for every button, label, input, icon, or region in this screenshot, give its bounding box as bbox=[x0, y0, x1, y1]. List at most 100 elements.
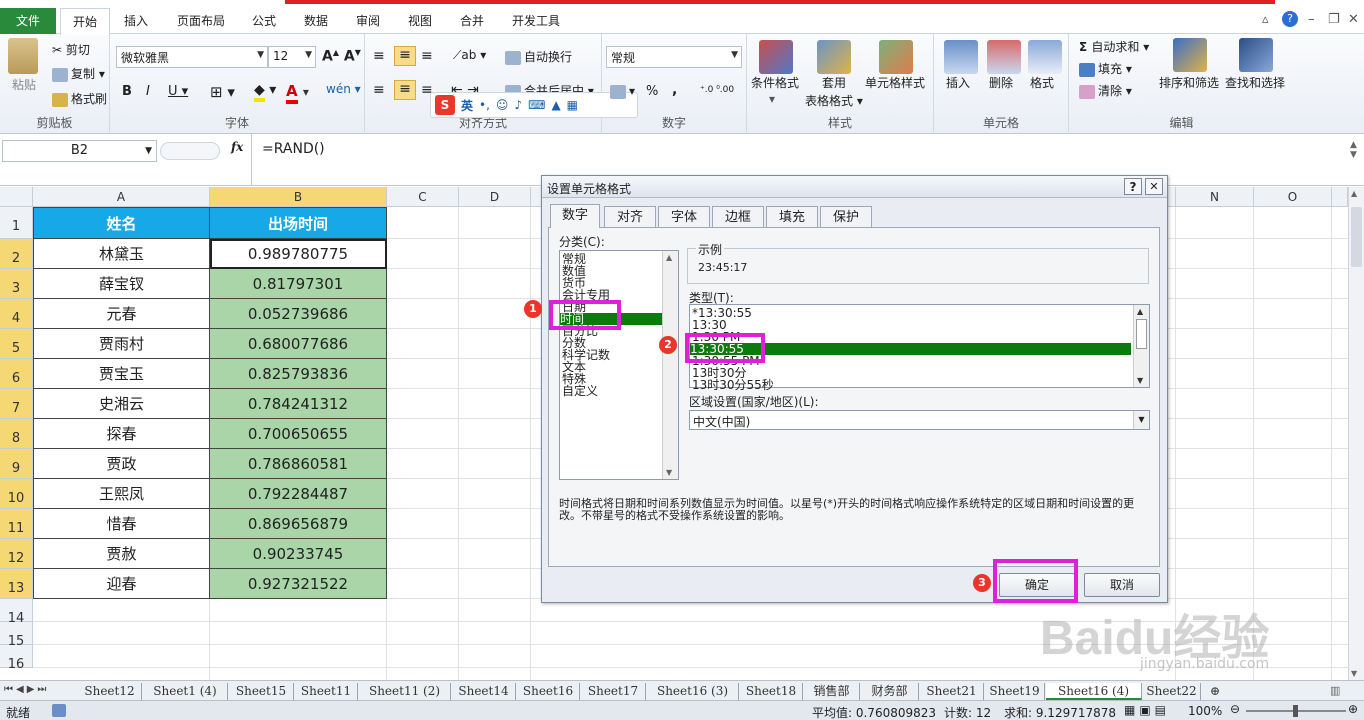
time-cell[interactable]: 0.700650655 bbox=[210, 419, 387, 449]
dialog-help-button[interactable]: ? bbox=[1124, 178, 1142, 195]
type-scroll-thumb[interactable] bbox=[1136, 319, 1147, 349]
comma-button[interactable]: , bbox=[672, 82, 677, 98]
header-cell-name[interactable]: 姓名 bbox=[33, 207, 210, 239]
time-cell[interactable]: 0.869656879 bbox=[210, 509, 387, 539]
insert-function-icon[interactable]: fx bbox=[231, 140, 243, 154]
row-header[interactable]: 2 bbox=[0, 239, 33, 269]
zoom-slider-thumb[interactable] bbox=[1293, 705, 1298, 717]
align-middle-button[interactable]: ≡ bbox=[394, 46, 416, 66]
format-cells-button[interactable]: 格式 bbox=[1030, 74, 1054, 91]
name-cell[interactable]: 贾赦 bbox=[33, 539, 210, 569]
orientation-button[interactable]: ⟋ab ▾ bbox=[453, 48, 486, 63]
sort-filter-icon[interactable] bbox=[1173, 38, 1207, 72]
border-button[interactable]: ⊞ ▾ bbox=[210, 83, 235, 101]
find-select-button[interactable]: 查找和选择 bbox=[1225, 74, 1285, 91]
time-cell[interactable]: 0.052739686 bbox=[210, 299, 387, 329]
minimize-icon[interactable]: – bbox=[1308, 12, 1315, 27]
time-cell[interactable]: 0.927321522 bbox=[210, 569, 387, 599]
row-header[interactable]: 9 bbox=[0, 449, 33, 479]
cut-button[interactable]: ✂ 剪切 bbox=[52, 41, 90, 58]
name-cell[interactable]: 贾雨村 bbox=[33, 329, 210, 359]
fill-color-button[interactable]: ◆ ▾ bbox=[254, 82, 276, 102]
macro-record-icon[interactable] bbox=[52, 704, 66, 717]
align-left-button[interactable]: ≡ bbox=[373, 82, 385, 98]
conditional-format-icon[interactable] bbox=[759, 40, 793, 74]
skin-icon[interactable]: ▲ bbox=[551, 98, 560, 112]
name-cell[interactable]: 薛宝钗 bbox=[33, 269, 210, 299]
font-color-button[interactable]: A ▾ bbox=[286, 82, 309, 104]
tab-merge[interactable]: 合并 bbox=[451, 8, 493, 34]
sheet-tab[interactable]: Sheet17 bbox=[581, 683, 646, 700]
grow-font-button[interactable]: A▲ A▼ bbox=[322, 48, 361, 65]
find-select-icon[interactable] bbox=[1239, 38, 1273, 72]
sheet-tab[interactable]: Sheet16 bbox=[517, 683, 580, 700]
dialog-close-button[interactable]: ✕ bbox=[1145, 178, 1163, 195]
row-header[interactable]: 5 bbox=[0, 329, 33, 359]
sheet-tab[interactable]: Sheet22 bbox=[1143, 683, 1201, 700]
emoji-icon[interactable]: ☺ bbox=[496, 98, 509, 112]
time-cell[interactable]: 0.784241312 bbox=[210, 389, 387, 419]
phonetic-button[interactable]: wén ▾ bbox=[326, 82, 361, 96]
underline-button[interactable]: U ▾ bbox=[168, 84, 188, 99]
collapse-ribbon-icon[interactable]: ▵ bbox=[1262, 12, 1269, 27]
align-top-button[interactable]: ≡ bbox=[373, 48, 385, 64]
table-format-button[interactable]: 表格格式 ▾ bbox=[805, 92, 863, 109]
time-cell[interactable]: 0.792284487 bbox=[210, 479, 387, 509]
row-header[interactable]: 8 bbox=[0, 419, 33, 449]
sheet-tab[interactable]: Sheet19 bbox=[985, 683, 1045, 700]
name-cell[interactable]: 探春 bbox=[33, 419, 210, 449]
time-cell[interactable]: 0.680077686 bbox=[210, 329, 387, 359]
table-format-label-1[interactable]: 套用 bbox=[822, 74, 846, 91]
paste-icon[interactable] bbox=[8, 38, 38, 74]
sheet-tab[interactable]: 财务部 bbox=[861, 683, 919, 700]
name-box[interactable]: B2 ▼ bbox=[2, 140, 157, 162]
cancel-button[interactable]: 取消 bbox=[1084, 573, 1160, 597]
sheet-tab[interactable]: Sheet11 bbox=[295, 683, 358, 700]
name-cell[interactable]: 贾宝玉 bbox=[33, 359, 210, 389]
column-header-o[interactable]: O bbox=[1254, 187, 1332, 207]
category-item[interactable]: 自定义 bbox=[562, 385, 598, 397]
autosum-button[interactable]: Σ 自动求和 ▾ bbox=[1079, 38, 1149, 55]
type-scrollbar[interactable]: ▲ ▼ bbox=[1133, 305, 1149, 387]
row-header[interactable]: 12 bbox=[0, 539, 33, 569]
tab-review[interactable]: 审阅 bbox=[347, 8, 389, 34]
sort-filter-button[interactable]: 排序和筛选 bbox=[1159, 74, 1219, 91]
active-cell[interactable]: 0.989780775 bbox=[210, 239, 387, 269]
dialog-tab-fill[interactable]: 填充 bbox=[766, 206, 818, 228]
tab-home[interactable]: 开始 bbox=[60, 8, 110, 35]
row-header[interactable]: 11 bbox=[0, 509, 33, 539]
sheet-tab-active[interactable]: Sheet16 (4) bbox=[1046, 683, 1142, 700]
row-header[interactable]: 4 bbox=[0, 299, 33, 329]
format-cells-icon[interactable] bbox=[1028, 40, 1062, 74]
dialog-titlebar[interactable]: 设置单元格格式 ? ✕ bbox=[542, 176, 1167, 198]
align-bottom-button[interactable]: ≡ bbox=[421, 48, 433, 64]
sheet-tab[interactable]: Sheet14 bbox=[452, 683, 516, 700]
insert-cells-icon[interactable] bbox=[944, 40, 978, 74]
number-format-select[interactable]: 常规 ▼ bbox=[606, 46, 742, 68]
dialog-tab-alignment[interactable]: 对齐 bbox=[604, 206, 656, 228]
clear-button[interactable]: 清除 ▾ bbox=[1079, 82, 1132, 99]
row-header[interactable]: 16 bbox=[0, 645, 33, 672]
insert-cells-button[interactable]: 插入 bbox=[946, 74, 970, 91]
time-cell[interactable]: 0.825793836 bbox=[210, 359, 387, 389]
name-cell[interactable]: 迎春 bbox=[33, 569, 210, 599]
keyboard-icon[interactable]: ⌨ bbox=[528, 98, 545, 112]
toolbox-icon[interactable]: ▦ bbox=[567, 98, 578, 112]
tab-insert[interactable]: 插入 bbox=[115, 8, 157, 34]
header-cell-time[interactable]: 出场时间 bbox=[210, 207, 387, 239]
sheet-tab[interactable]: Sheet18 bbox=[740, 683, 803, 700]
row-header[interactable]: 3 bbox=[0, 269, 33, 299]
close-window-icon[interactable]: ✕ bbox=[1348, 12, 1359, 27]
sheet-tab[interactable]: Sheet16 (3) bbox=[647, 683, 739, 700]
name-cell[interactable]: 惜春 bbox=[33, 509, 210, 539]
delete-cells-button[interactable]: 删除 bbox=[989, 74, 1013, 91]
name-cell[interactable]: 王熙凤 bbox=[33, 479, 210, 509]
sheet-tab[interactable]: Sheet11 (2) bbox=[359, 683, 451, 700]
bold-button[interactable]: B bbox=[122, 84, 132, 99]
decimal-buttons[interactable]: ⁺.0 ⁰.00 bbox=[700, 85, 734, 95]
dialog-tab-protection[interactable]: 保护 bbox=[820, 206, 872, 228]
tab-page-layout[interactable]: 页面布局 bbox=[168, 8, 234, 34]
zoom-out-icon[interactable]: ⊖ bbox=[1230, 702, 1240, 716]
cell-styles-button[interactable]: 单元格样式 bbox=[865, 74, 925, 91]
cell-styles-icon[interactable] bbox=[879, 40, 913, 74]
